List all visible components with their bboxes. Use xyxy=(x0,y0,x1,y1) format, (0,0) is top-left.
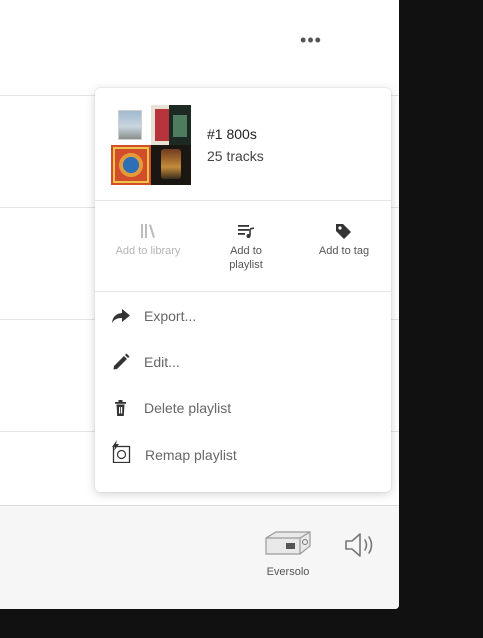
playlist-track-count: 25 tracks xyxy=(207,148,264,164)
remap-playlist-menu-item[interactable]: Remap playlist xyxy=(95,435,391,475)
playlist-summary: #1 800s 25 tracks xyxy=(95,88,391,200)
library-icon xyxy=(141,224,155,238)
share-arrow-icon xyxy=(112,309,130,323)
pencil-icon xyxy=(113,353,130,370)
edit-menu-item[interactable]: Edit... xyxy=(95,342,391,382)
add-to-tag-button[interactable]: Add to tag xyxy=(295,201,393,291)
delete-playlist-menu-item[interactable]: Delete playlist xyxy=(95,388,391,428)
add-to-library-label: Add to library xyxy=(115,245,181,257)
add-to-tag-label: Add to tag xyxy=(318,245,370,257)
speaker-volume-icon xyxy=(345,533,373,557)
volume-button[interactable] xyxy=(343,532,377,563)
export-menu-item[interactable]: Export... xyxy=(95,296,391,336)
playlist-context-menu: #1 800s 25 tracks Add to library Add to … xyxy=(95,88,391,492)
album-cover xyxy=(151,145,191,185)
edit-label: Edit... xyxy=(144,354,180,370)
quick-actions: Add to library Add to playlist Add to ta… xyxy=(95,201,391,291)
output-device-button[interactable]: Eversolo xyxy=(260,530,316,578)
delete-playlist-label: Delete playlist xyxy=(144,400,232,416)
menu-divider xyxy=(95,291,391,292)
add-to-library-button[interactable]: Add to library xyxy=(99,201,197,291)
export-label: Export... xyxy=(144,308,197,324)
player-bar: Eversolo xyxy=(0,505,399,609)
album-cover xyxy=(111,145,151,185)
trash-icon xyxy=(115,400,126,416)
add-to-playlist-button[interactable]: Add to playlist xyxy=(197,201,295,291)
device-name: Eversolo xyxy=(266,566,310,578)
album-cover xyxy=(151,105,191,145)
remap-icon xyxy=(112,440,131,463)
playlist-add-icon xyxy=(238,225,255,238)
remap-playlist-label: Remap playlist xyxy=(145,447,237,463)
playlist-cover-mosaic xyxy=(111,105,191,185)
streamer-device-icon xyxy=(265,531,311,555)
album-cover xyxy=(111,105,151,145)
tag-icon xyxy=(336,224,351,239)
add-to-playlist-label: Add to playlist xyxy=(229,245,263,271)
more-options-button[interactable]: ••• xyxy=(296,30,326,50)
playlist-title: #1 800s xyxy=(207,126,257,142)
